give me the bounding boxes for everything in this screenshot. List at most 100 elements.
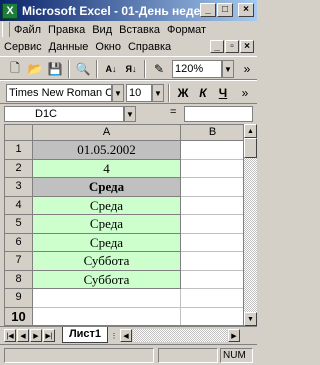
toolbar-separator <box>168 84 170 102</box>
cell-a[interactable] <box>33 289 181 308</box>
menu-bar-row-1: Файл Правка Вид Вставка Формат <box>0 21 257 38</box>
sheet-tab-list1[interactable]: Лист1 <box>62 327 108 343</box>
print-preview-icon[interactable]: 🔍 <box>74 60 92 78</box>
font-name-dropdown-icon[interactable]: ▼ <box>112 84 124 102</box>
name-box[interactable]: D1C <box>4 106 124 122</box>
menu-file[interactable]: Файл <box>14 24 41 36</box>
formula-equals-icon[interactable]: = <box>170 106 176 118</box>
cell-b[interactable] <box>181 215 243 234</box>
select-all-corner[interactable] <box>5 125 33 141</box>
cell-a[interactable]: Суббота <box>33 270 181 289</box>
excel-app-icon[interactable]: X <box>2 2 18 19</box>
toolbar-options-icon[interactable]: » <box>236 84 254 102</box>
first-sheet-icon[interactable]: |◀ <box>4 329 16 342</box>
row-header[interactable]: 7 <box>5 252 33 271</box>
drawing-icon[interactable]: ✎ <box>150 60 168 78</box>
font-size-combo[interactable]: 10 <box>126 84 152 102</box>
save-icon[interactable]: 💾 <box>46 60 64 78</box>
cell-a[interactable]: 4 <box>33 159 181 178</box>
scroll-down-icon[interactable]: ▼ <box>244 312 257 326</box>
zoom-dropdown-icon[interactable]: ▼ <box>222 60 234 78</box>
underline-button[interactable]: Ч <box>214 84 232 102</box>
cell-a[interactable] <box>33 307 181 325</box>
scroll-left-icon[interactable]: ◀ <box>120 329 132 342</box>
doc-minimize-button[interactable]: _ <box>210 40 224 53</box>
prev-sheet-icon[interactable]: ◀ <box>17 329 29 342</box>
toolbar-options-icon[interactable]: » <box>238 60 256 78</box>
cell-a[interactable]: Среда <box>33 215 181 234</box>
zoom-value: 120% <box>175 63 204 75</box>
vertical-scroll-track[interactable] <box>244 138 257 312</box>
status-bar: NUM <box>0 344 257 365</box>
toolbar-separator <box>96 60 98 78</box>
new-document-icon[interactable]: 🗋 <box>6 60 24 78</box>
cell-b[interactable] <box>181 160 243 178</box>
formula-input[interactable] <box>184 106 253 122</box>
close-button[interactable]: × <box>238 3 254 17</box>
font-size-value: 10 <box>129 87 142 99</box>
menu-bar-row-2: Сервис Данные Окно Справка _ ▫ × <box>0 38 257 55</box>
doc-close-button[interactable]: × <box>240 40 254 53</box>
cell-b[interactable] <box>181 308 243 326</box>
doc-restore-button[interactable]: ▫ <box>225 40 239 53</box>
vertical-scrollbar[interactable]: ▲ ▼ <box>244 124 257 326</box>
row-header[interactable]: 4 <box>5 196 33 215</box>
cell-b[interactable] <box>181 178 243 197</box>
window-title: Microsoft Excel - 01-День недели.xls <box>22 3 206 18</box>
cell-a[interactable]: 01.05.2002 <box>33 141 181 160</box>
minimize-button[interactable]: _ <box>200 3 216 17</box>
menu-insert[interactable]: Вставка <box>119 24 160 36</box>
row-header[interactable]: 2 <box>5 159 33 178</box>
column-header-a[interactable]: A <box>33 125 181 141</box>
last-sheet-icon[interactable]: ▶| <box>43 329 55 342</box>
zoom-combo[interactable]: 120% <box>172 60 222 78</box>
menu-window[interactable]: Окно <box>95 41 121 53</box>
status-message <box>4 348 154 363</box>
cell-a[interactable]: Среда <box>33 178 181 197</box>
cell-b[interactable] <box>181 252 243 271</box>
status-panel <box>158 348 218 363</box>
row-header[interactable]: 10 <box>5 307 33 325</box>
cell-b[interactable] <box>181 289 243 308</box>
sheet-tab-bar: |◀ ◀ ▶ ▶| Лист1 ⋮ ◀ ▶ <box>0 326 257 344</box>
worksheet-grid: A B 1 01.05.2002 2 4 3 Среда 4 Среда 5 Среда 6 Сред… <box>4 124 244 326</box>
open-folder-icon[interactable]: 📂 <box>26 60 44 78</box>
cell-a[interactable]: Среда <box>33 233 181 252</box>
sort-ascending-icon[interactable]: A↓ <box>102 60 120 78</box>
cell-a[interactable]: Суббота <box>33 252 181 271</box>
next-sheet-icon[interactable]: ▶ <box>30 329 42 342</box>
menu-edit[interactable]: Правка <box>48 24 85 36</box>
maximize-button[interactable]: □ <box>217 3 233 17</box>
formatting-toolbar: Times New Roman Cyr ▼ 10 ▼ Ж К Ч » <box>0 80 257 104</box>
row-header[interactable]: 6 <box>5 233 33 252</box>
scroll-up-icon[interactable]: ▲ <box>244 124 257 138</box>
tab-split-handle[interactable]: ⋮ <box>110 329 118 342</box>
name-box-dropdown-icon[interactable]: ▼ <box>124 106 136 122</box>
cell-b[interactable] <box>181 271 243 289</box>
row-header[interactable]: 5 <box>5 215 33 234</box>
font-name-combo[interactable]: Times New Roman Cyr <box>6 84 112 102</box>
cell-a[interactable]: Среда <box>33 196 181 215</box>
row-header[interactable]: 3 <box>5 178 33 197</box>
menu-view[interactable]: Вид <box>92 24 112 36</box>
vertical-scroll-thumb[interactable] <box>244 138 257 158</box>
cell-b[interactable] <box>181 141 243 160</box>
menu-tools[interactable]: Сервис <box>4 41 42 53</box>
row-header[interactable]: 9 <box>5 289 33 308</box>
horizontal-scroll-track[interactable] <box>133 329 227 342</box>
column-header-b[interactable]: B <box>181 125 243 141</box>
menu-format[interactable]: Формат <box>167 24 206 36</box>
sort-descending-icon[interactable]: Я↓ <box>122 60 140 78</box>
menu-data[interactable]: Данные <box>49 41 89 53</box>
cell-b[interactable] <box>181 197 243 215</box>
row-header[interactable]: 8 <box>5 270 33 289</box>
scroll-right-icon[interactable]: ▶ <box>228 329 240 342</box>
font-size-dropdown-icon[interactable]: ▼ <box>152 84 164 102</box>
italic-button[interactable]: К <box>194 84 212 102</box>
formula-bar: D1C ▼ = <box>0 104 257 124</box>
row-header[interactable]: 1 <box>5 141 33 160</box>
font-name-value: Times New Roman Cyr <box>9 87 112 99</box>
cell-b[interactable] <box>181 234 243 252</box>
menu-help[interactable]: Справка <box>128 41 171 53</box>
bold-button[interactable]: Ж <box>174 84 192 102</box>
